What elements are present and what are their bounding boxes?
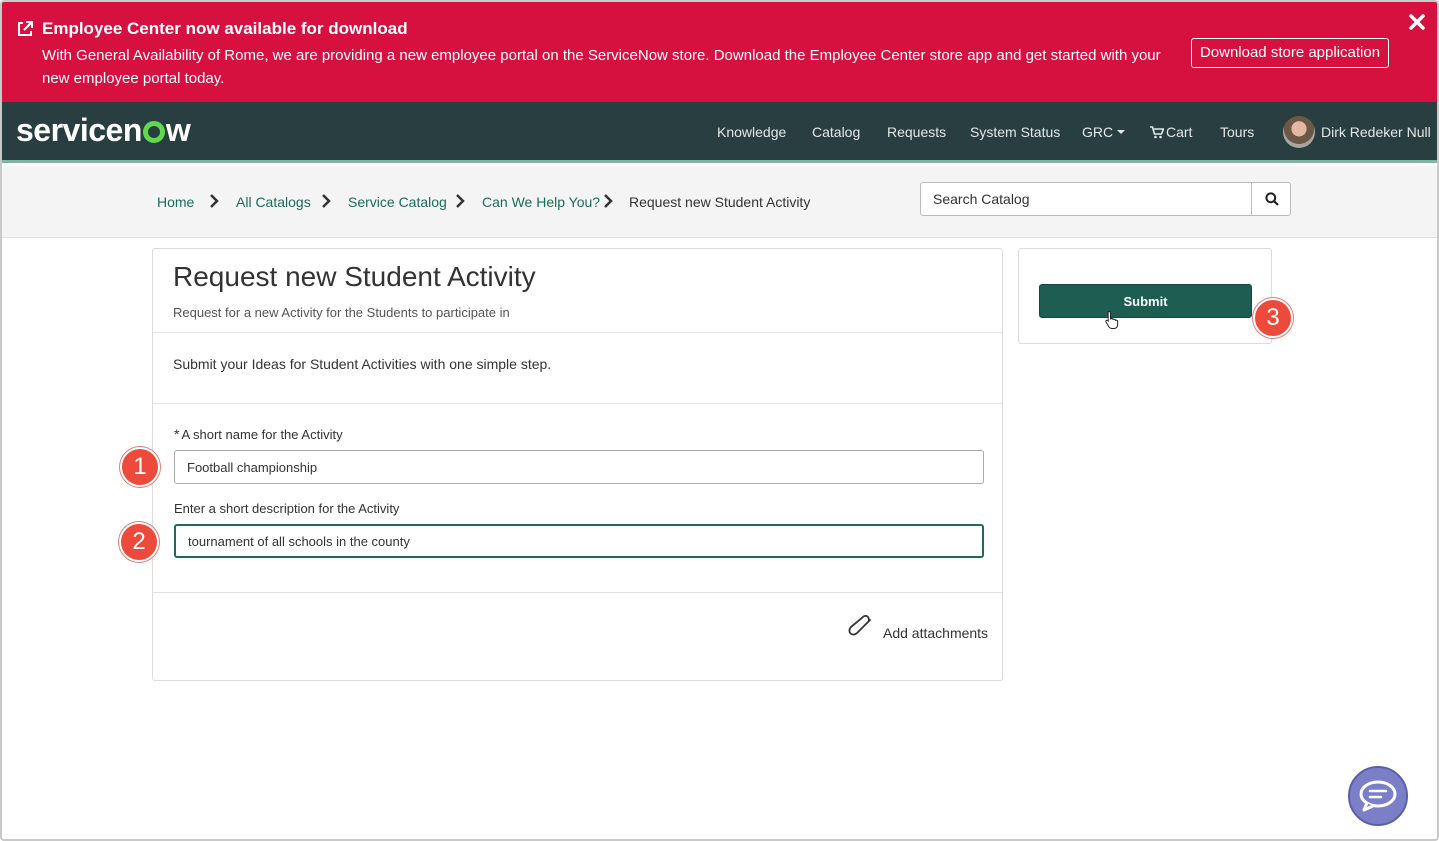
order-side-card: Submit	[1018, 248, 1272, 344]
nav-system-status[interactable]: System Status	[970, 124, 1060, 140]
breadcrumb-current: Request new Student Activity	[629, 194, 811, 210]
chevron-right-icon	[456, 194, 465, 208]
close-icon[interactable]	[1407, 12, 1427, 32]
cart-icon	[1150, 126, 1164, 139]
nav-knowledge[interactable]: Knowledge	[717, 124, 786, 140]
short-name-input[interactable]	[174, 450, 984, 484]
search-icon	[1265, 192, 1279, 206]
servicenow-logo[interactable]: servicen w	[16, 112, 191, 149]
page-subtitle: Request for a new Activity for the Stude…	[173, 305, 510, 320]
nav-grc[interactable]: GRC	[1082, 124, 1126, 140]
breadcrumb-service-catalog[interactable]: Service Catalog	[348, 194, 447, 210]
divider	[153, 592, 1002, 593]
breadcrumb-can-we-help-you[interactable]: Can We Help You?	[482, 194, 600, 210]
nav-catalog[interactable]: Catalog	[812, 124, 860, 140]
required-asterisk: *	[174, 426, 180, 442]
breadcrumb-home[interactable]: Home	[157, 194, 194, 210]
logo-o-mark	[142, 121, 165, 143]
short-description-input[interactable]	[174, 524, 984, 558]
caret-down-icon	[1117, 130, 1126, 134]
step-marker-3: 3	[1253, 298, 1293, 338]
banner-text: With General Availability of Rome, we ar…	[42, 47, 1161, 87]
nav-cart[interactable]: Cart	[1150, 124, 1192, 140]
submit-button[interactable]: Submit	[1039, 284, 1252, 318]
chevron-right-icon	[604, 194, 613, 208]
step-marker-2: 2	[119, 522, 159, 562]
short-description-label: Enter a short description for the Activi…	[174, 501, 400, 516]
announcement-banner: Employee Center now available for downlo…	[2, 2, 1437, 102]
short-name-label: * A short name for the Activity	[174, 426, 343, 442]
divider	[153, 332, 1002, 333]
top-navbar: servicen w Knowledge Catalog Requests Sys…	[2, 102, 1437, 163]
breadcrumb-bar: Home All Catalogs Service Catalog Can We…	[2, 166, 1437, 238]
chevron-right-icon	[322, 194, 331, 208]
paperclip-icon	[848, 615, 871, 636]
intro-text: Submit your Ideas for Student Activities…	[173, 356, 552, 372]
chat-bubble-icon	[1359, 780, 1397, 812]
user-menu-name[interactable]: Dirk Redeker Null	[1321, 124, 1431, 140]
app-window: Employee Center now available for downlo…	[0, 0, 1439, 841]
hand-cursor-icon	[1105, 310, 1119, 329]
nav-requests[interactable]: Requests	[887, 124, 946, 140]
catalog-item-card: Request new Student Activity Request for…	[152, 248, 1003, 681]
banner-title: Employee Center now available for downlo…	[42, 19, 408, 38]
user-avatar[interactable]	[1283, 116, 1315, 148]
external-link-icon	[18, 21, 33, 36]
nav-tours[interactable]: Tours	[1220, 124, 1254, 140]
page-title: Request new Student Activity	[173, 261, 536, 292]
divider	[153, 403, 1002, 404]
add-attachments-link[interactable]: Add attachments	[848, 615, 988, 643]
chat-button[interactable]	[1348, 766, 1408, 826]
search-catalog-input[interactable]	[920, 182, 1252, 216]
step-marker-1: 1	[120, 447, 160, 487]
breadcrumb-all-catalogs[interactable]: All Catalogs	[236, 194, 311, 210]
download-store-application-button[interactable]: Download store application	[1191, 38, 1389, 68]
search-button[interactable]	[1251, 182, 1291, 216]
chevron-right-icon	[210, 194, 219, 208]
